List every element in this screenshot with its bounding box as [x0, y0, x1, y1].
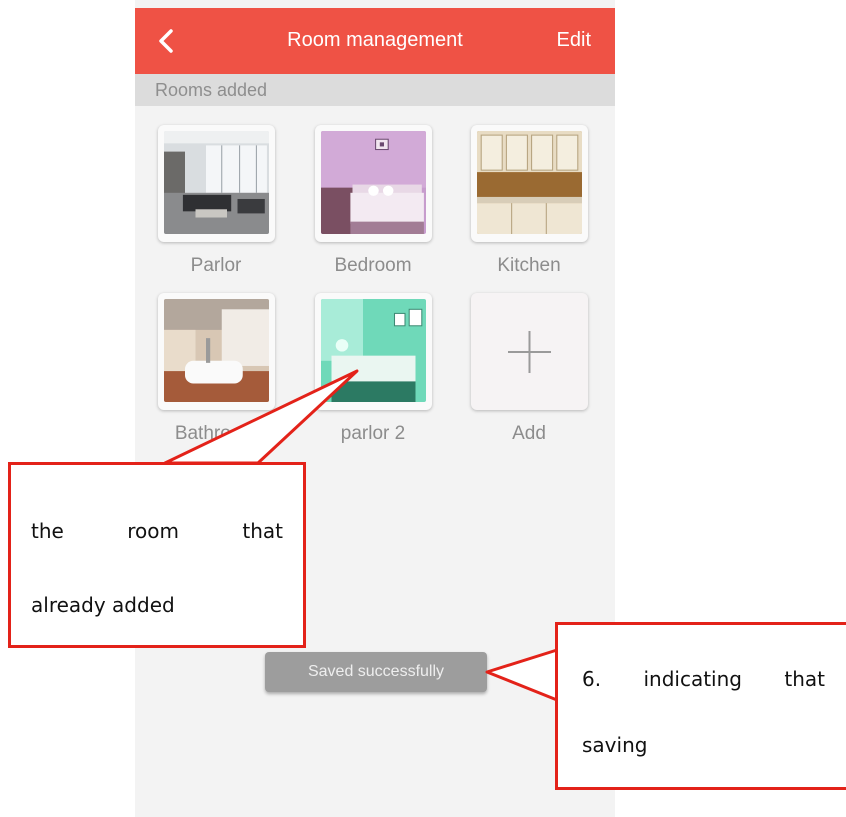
callout-1-text-2: already added	[31, 593, 175, 617]
callout-2-line-1: 6. indicating that	[582, 667, 825, 691]
callout-1-text-1: the room that	[31, 519, 283, 543]
annotation-callout-room: the room that already added	[8, 462, 306, 648]
callout-2-text-1: 6. indicating that	[582, 667, 825, 691]
callout-2-text-2: saving	[582, 733, 648, 757]
callout-1-pointer	[163, 369, 359, 465]
callout-1-line-1: the room that	[31, 519, 283, 543]
annotation-callout-toast: 6. indicating that saving	[555, 622, 846, 790]
callout-2-pointer	[485, 648, 559, 702]
